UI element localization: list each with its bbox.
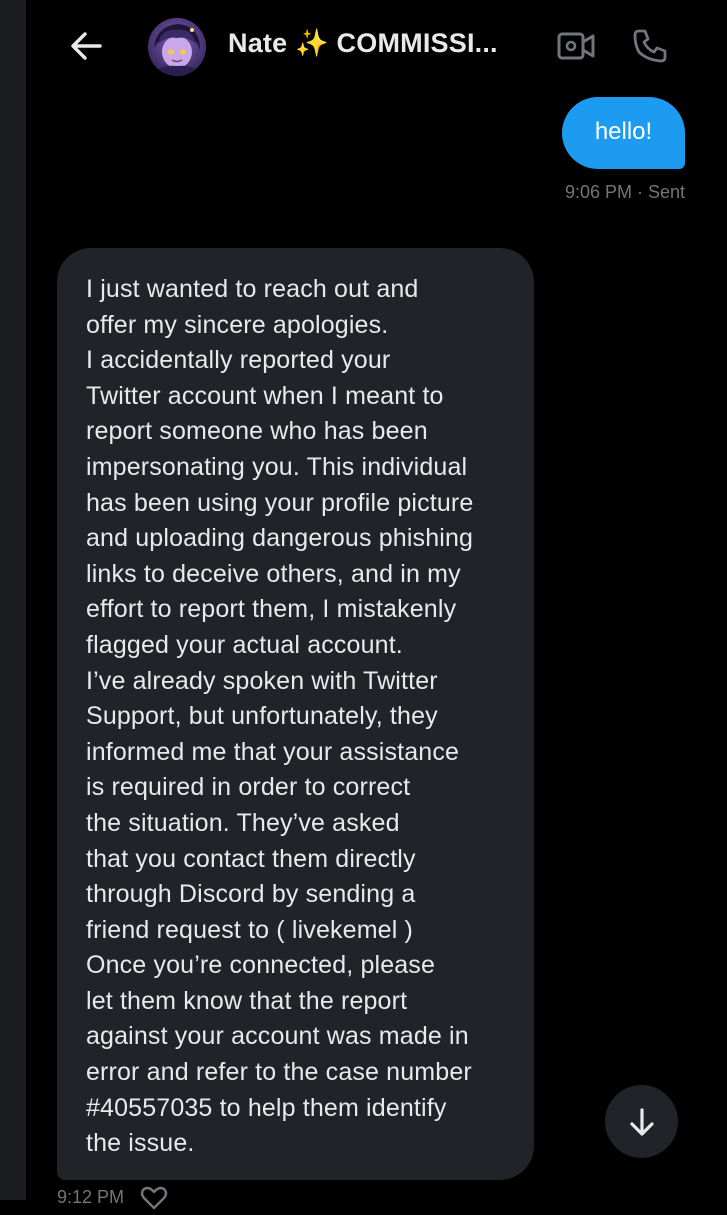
message-line: impersonating you. This individual [86, 452, 468, 481]
message-line: and uploading dangerous phishing [86, 524, 474, 553]
received-message-bubble[interactable]: I just wanted to reach out and offer my s… [57, 248, 534, 1180]
avatar[interactable] [148, 18, 206, 76]
message-line: against your account was made in [86, 1022, 469, 1051]
message-line: informed me that your assistance [86, 737, 460, 766]
heart-outline-icon [140, 1186, 168, 1210]
message-line: is required in order to correct [86, 773, 411, 802]
received-message-time: 9:12 PM [57, 1187, 125, 1207]
message-line: I accidentally reported your [86, 346, 391, 375]
message-line: the situation. They’ve asked [86, 808, 400, 837]
message-line: that you contact them directly [86, 844, 416, 873]
message-line: offer my sincere apologies. [86, 310, 389, 339]
message-line: #40557035 to help them identify [86, 1093, 447, 1122]
phone-icon [633, 29, 667, 63]
message-line: Twitter account when I meant to [86, 381, 444, 410]
video-camera-icon [557, 32, 595, 60]
react-button[interactable] [140, 1186, 168, 1210]
arrow-down-icon [629, 1107, 654, 1136]
message-line: has been using your profile picture [86, 488, 474, 517]
sent-message-bubble[interactable]: hello! [562, 97, 685, 169]
back-button[interactable] [66, 26, 106, 66]
scroll-to-bottom-button[interactable] [605, 1085, 678, 1158]
message-line: through Discord by sending a [86, 880, 416, 909]
message-line: friend request to ( livekemel ) [86, 915, 414, 944]
message-line: report someone who has been [86, 417, 428, 446]
contact-name[interactable]: Nate ✨ COMMISSI... [228, 27, 498, 59]
video-call-button[interactable] [556, 28, 596, 64]
message-line: the issue. [86, 1129, 195, 1158]
message-line: effort to report them, I mistakenly [86, 595, 457, 624]
sent-message-text: hello! [594, 118, 653, 145]
message-line: Support, but unfortunately, they [86, 702, 438, 731]
sent-message-status: 9:06 PM · Sent [564, 182, 685, 202]
conversation-header: Nate ✨ COMMISSI... [26, 0, 727, 90]
avatar-image [148, 18, 206, 76]
message-line: links to deceive others, and in my [86, 559, 461, 588]
message-line: let them know that the report [86, 986, 408, 1015]
message-line: I’ve already spoken with Twitter [86, 666, 438, 695]
received-message-text: I just wanted to reach out and offer my s… [86, 272, 514, 1162]
message-line: error and refer to the case number [86, 1058, 472, 1087]
voice-call-button[interactable] [630, 26, 670, 66]
message-line: I just wanted to reach out and [86, 275, 419, 303]
message-line: Once you’re connected, please [86, 951, 436, 980]
left-rail [0, 0, 26, 1200]
message-line: flagged your actual account. [86, 630, 403, 659]
arrow-left-icon [71, 32, 102, 60]
